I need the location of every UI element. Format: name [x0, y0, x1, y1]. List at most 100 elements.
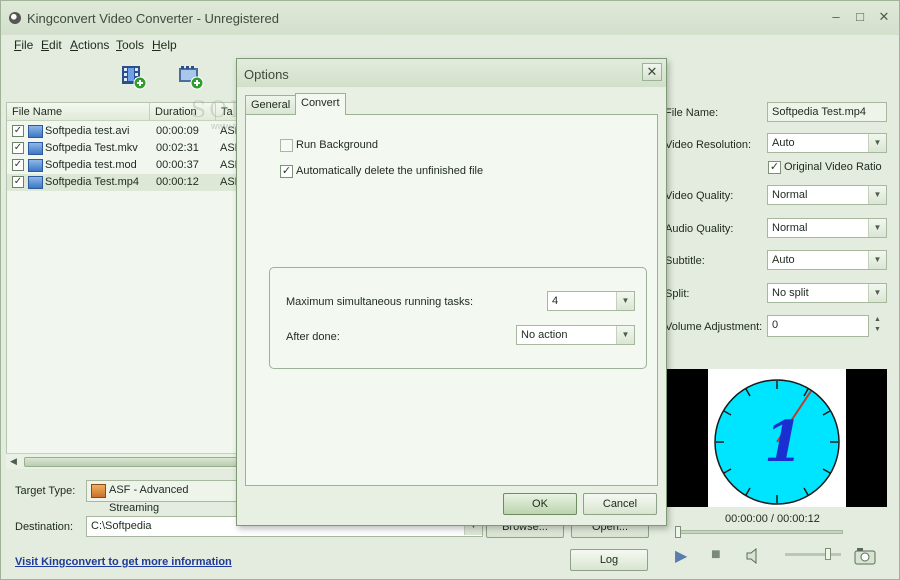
video-quality-label: Video Quality: [665, 190, 734, 202]
destination-label: Destination: [15, 521, 74, 533]
convert-tab-panel: Run Background ✓ Automatically delete th… [245, 114, 658, 486]
speaker-icon[interactable] [746, 548, 760, 564]
file-name-label: File Name: [665, 107, 719, 119]
row-duration: 00:02:31 [156, 142, 199, 154]
window-title: Kingconvert Video Converter - Unregister… [27, 11, 279, 26]
auto-delete-label: Automatically delete the unfinished file [296, 165, 484, 177]
audio-quality-label: Audio Quality: [665, 223, 734, 235]
file-name-field: Softpedia Test.mp4 [767, 102, 887, 122]
scrollbar-thumb[interactable] [24, 457, 239, 467]
split-label: Split: [665, 288, 690, 300]
menu-actions[interactable]: Actions [70, 38, 109, 52]
menu-file[interactable]: File [14, 38, 33, 52]
max-tasks-value: 4 [552, 295, 559, 307]
row-file-name: Softpedia test.mod [45, 159, 137, 171]
volume-adjustment-input[interactable]: 0 [767, 315, 869, 337]
table-row[interactable]: ✓ Softpedia test.avi 00:00:09 ASF [7, 123, 241, 140]
title-bar[interactable]: Kingconvert Video Converter - Unregister… [1, 1, 899, 35]
spinner-icon[interactable]: ▲ ▼ [874, 315, 881, 335]
dialog-close-icon[interactable]: ✕ [642, 63, 662, 81]
video-resolution-value: Auto [772, 137, 795, 149]
table-row[interactable]: ✓ Softpedia Test.mp4 00:00:12 ASF [7, 174, 241, 191]
split-select[interactable]: No split ▼ [767, 283, 887, 303]
after-done-value: No action [521, 329, 568, 341]
add-folder-icon[interactable] [177, 64, 205, 90]
row-checkbox[interactable]: ✓ [12, 176, 24, 188]
subtitle-label: Subtitle: [665, 255, 705, 267]
volume-adjustment-value: 0 [772, 319, 779, 331]
playback-time: 00:00:00 / 00:00:12 [725, 513, 820, 525]
row-checkbox[interactable]: ✓ [12, 159, 24, 171]
file-list[interactable]: File Name Duration Ta ✓ Softpedia test.a… [6, 102, 242, 469]
chevron-down-icon[interactable]: ▼ [868, 219, 886, 237]
subtitle-value: Auto [772, 254, 795, 266]
original-ratio-label: Original Video Ratio [784, 161, 882, 173]
split-value: No split [772, 287, 809, 299]
audio-quality-select[interactable]: Normal ▼ [767, 218, 887, 238]
dialog-title-bar[interactable]: Options ✕ [237, 59, 666, 87]
menu-help[interactable]: Help [152, 38, 177, 52]
tab-general[interactable]: General [245, 95, 297, 115]
row-duration: 00:00:37 [156, 159, 199, 171]
original-ratio-checkbox[interactable]: ✓ [768, 161, 781, 174]
film-icon [91, 484, 106, 498]
row-duration: 00:00:12 [156, 176, 199, 188]
volume-adjustment-label: Volume Adjustment: [665, 321, 763, 333]
video-quality-value: Normal [772, 189, 808, 201]
log-button[interactable]: Log [570, 549, 648, 571]
chevron-down-icon[interactable]: ▼ [616, 326, 634, 344]
video-file-icon [28, 176, 43, 189]
subtitle-select[interactable]: Auto ▼ [767, 250, 887, 270]
play-icon[interactable]: ▶ [675, 546, 687, 566]
close-icon[interactable]: ✕ [877, 10, 891, 24]
chevron-down-icon[interactable]: ▼ [868, 134, 886, 152]
menu-bar: File Edit Actions Tools Help [1, 36, 899, 56]
app-icon [9, 12, 21, 24]
chevron-down-icon[interactable]: ▼ [616, 292, 634, 310]
chevron-down-icon[interactable]: ▼ [868, 284, 886, 302]
cancel-button[interactable]: Cancel [583, 493, 657, 515]
run-background-label: Run Background [296, 139, 378, 151]
maximize-icon[interactable]: □ [853, 10, 867, 24]
auto-delete-checkbox[interactable]: ✓ [280, 165, 293, 178]
snapshot-icon[interactable] [854, 547, 876, 565]
video-file-icon [28, 159, 43, 172]
column-header-file-name[interactable]: File Name [7, 103, 150, 121]
minimize-icon[interactable]: – [829, 10, 843, 24]
seek-handle[interactable] [675, 526, 681, 538]
max-tasks-select[interactable]: 4 ▼ [547, 291, 635, 311]
table-row[interactable]: ✓ Softpedia Test.mkv 00:02:31 ASF [7, 140, 241, 157]
clock-digit: 1 [764, 409, 803, 475]
stop-icon[interactable]: ■ [711, 546, 721, 564]
row-checkbox[interactable]: ✓ [12, 142, 24, 154]
file-name-value: Softpedia Test.mp4 [772, 106, 866, 118]
tab-convert[interactable]: Convert [295, 93, 346, 115]
scroll-left-icon[interactable]: ◀ [10, 456, 17, 467]
horizontal-scrollbar[interactable]: ◀ [6, 453, 242, 469]
row-duration: 00:00:09 [156, 125, 199, 137]
volume-slider[interactable] [785, 548, 841, 560]
video-quality-select[interactable]: Normal ▼ [767, 185, 887, 205]
table-row[interactable]: ✓ Softpedia test.mod 00:00:37 ASF [7, 157, 241, 174]
task-settings-group: Maximum simultaneous running tasks: 4 ▼ … [269, 267, 647, 369]
ok-button[interactable]: OK [503, 493, 577, 515]
add-video-icon[interactable] [120, 64, 148, 90]
row-checkbox[interactable]: ✓ [12, 125, 24, 137]
video-resolution-select[interactable]: Auto ▼ [767, 133, 887, 153]
target-type-select[interactable]: ASF - Advanced Streaming [86, 480, 238, 514]
menu-tools[interactable]: Tools [116, 38, 144, 52]
seek-bar[interactable] [675, 526, 843, 538]
chevron-down-icon[interactable]: ▼ [868, 251, 886, 269]
clock-image: 1 [714, 379, 840, 505]
visit-link[interactable]: Visit Kingconvert to get more informatio… [15, 556, 232, 568]
video-resolution-label: Video Resolution: [665, 139, 752, 151]
after-done-label: After done: [286, 331, 340, 343]
chevron-down-icon[interactable]: ▼ [868, 186, 886, 204]
destination-value: C:\Softpedia [91, 520, 152, 532]
max-tasks-label: Maximum simultaneous running tasks: [286, 296, 474, 308]
after-done-select[interactable]: No action ▼ [516, 325, 635, 345]
video-preview: 1 [666, 369, 887, 507]
run-background-checkbox[interactable] [280, 139, 293, 152]
menu-edit[interactable]: Edit [41, 38, 62, 52]
volume-handle[interactable] [825, 548, 831, 560]
